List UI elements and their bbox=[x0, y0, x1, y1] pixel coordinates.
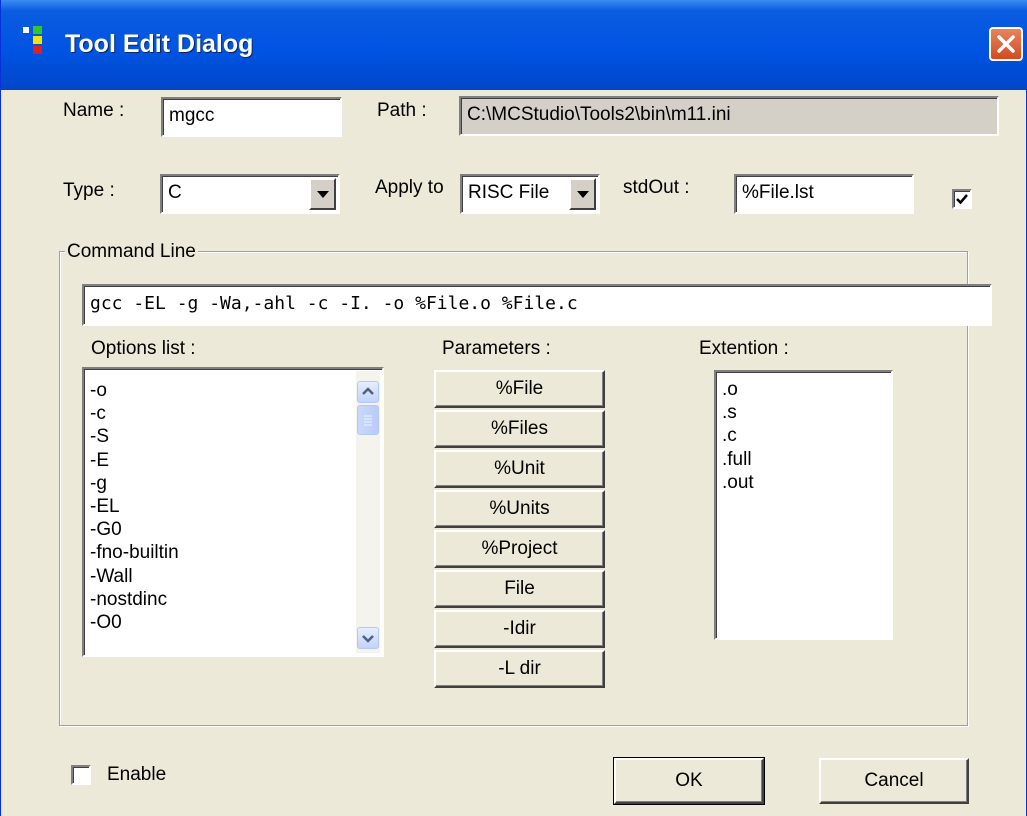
param-file-button[interactable]: %File bbox=[434, 370, 605, 408]
command-line-legend: Command Line bbox=[65, 241, 198, 263]
apply-to-label: Apply to bbox=[375, 177, 444, 198]
apply-to-dropdown-arrow-icon[interactable] bbox=[569, 178, 596, 210]
path-field: C:\MCStudio\Tools2\bin\m11.ini bbox=[459, 96, 999, 136]
extension-listbox[interactable]: .o .s .c .full .out bbox=[714, 370, 893, 640]
name-label: Name : bbox=[63, 100, 125, 121]
options-scrollbar[interactable] bbox=[356, 371, 380, 653]
apply-to-combo[interactable]: RISC File bbox=[460, 174, 600, 214]
title-bar[interactable]: Tool Edit Dialog bbox=[1, 0, 1027, 90]
list-item[interactable]: .s bbox=[716, 401, 891, 424]
list-item[interactable]: -g bbox=[84, 472, 382, 495]
list-item[interactable]: .c bbox=[716, 424, 891, 447]
stdout-input[interactable]: %File.lst bbox=[734, 174, 914, 214]
enable-label: Enable bbox=[107, 764, 167, 785]
scroll-thumb[interactable] bbox=[357, 405, 379, 435]
list-item[interactable]: -o bbox=[84, 379, 382, 402]
type-combo[interactable]: C bbox=[160, 174, 340, 214]
close-icon bbox=[997, 35, 1015, 53]
list-item[interactable]: -Wall bbox=[84, 565, 382, 588]
param-idir-button[interactable]: -Idir bbox=[434, 610, 605, 648]
list-item[interactable]: -G0 bbox=[84, 518, 382, 541]
extension-label: Extention : bbox=[699, 338, 789, 359]
list-item[interactable]: -O0 bbox=[84, 611, 382, 634]
command-line-input[interactable]: gcc -EL -g -Wa,-ahl -c -I. -o %File.o %F… bbox=[82, 284, 992, 326]
list-item[interactable]: -EL bbox=[84, 495, 382, 518]
list-item[interactable]: .o bbox=[716, 378, 891, 401]
checkmark-icon bbox=[956, 194, 968, 205]
name-input[interactable]: mgcc bbox=[161, 97, 342, 137]
list-item[interactable]: -fno-builtin bbox=[84, 541, 382, 564]
param-project-button[interactable]: %Project bbox=[434, 530, 605, 568]
ok-button[interactable]: OK bbox=[613, 757, 765, 805]
tool-edit-dialog: Tool Edit Dialog Name : mgcc Path : C:\M… bbox=[0, 0, 1027, 816]
apply-to-combo-value: RISC File bbox=[468, 182, 550, 203]
parameters-label: Parameters : bbox=[442, 338, 551, 359]
path-label: Path : bbox=[377, 100, 427, 121]
stdout-label: stdOut : bbox=[623, 177, 690, 198]
options-listbox[interactable]: -o -c -S -E -g -EL -G0 -fno-builtin -Wal… bbox=[82, 367, 384, 657]
list-item[interactable]: .full bbox=[716, 448, 891, 471]
param-files-button[interactable]: %Files bbox=[434, 410, 605, 448]
param-units-button[interactable]: %Units bbox=[434, 490, 605, 528]
chevron-up-icon bbox=[362, 387, 374, 395]
type-label: Type : bbox=[63, 180, 115, 201]
scroll-up-button[interactable] bbox=[357, 381, 379, 403]
cancel-button[interactable]: Cancel bbox=[819, 758, 969, 804]
list-item[interactable]: -c bbox=[84, 402, 382, 425]
list-item[interactable]: -E bbox=[84, 449, 382, 472]
enable-checkbox[interactable] bbox=[71, 765, 91, 785]
chevron-down-icon bbox=[362, 635, 374, 643]
list-item[interactable]: .out bbox=[716, 471, 891, 494]
param-unit-button[interactable]: %Unit bbox=[434, 450, 605, 488]
tool-app-icon bbox=[23, 26, 42, 54]
type-dropdown-arrow-icon[interactable] bbox=[309, 178, 336, 210]
close-button[interactable] bbox=[989, 27, 1023, 61]
type-combo-value: C bbox=[168, 182, 182, 203]
scroll-down-button[interactable] bbox=[357, 627, 379, 649]
stdout-checkbox[interactable] bbox=[952, 189, 972, 209]
list-item[interactable]: -S bbox=[84, 425, 382, 448]
list-item[interactable]: -nostdinc bbox=[84, 588, 382, 611]
grip-icon bbox=[364, 415, 372, 426]
param-file-plain-button[interactable]: File bbox=[434, 570, 605, 608]
param-ldir-button[interactable]: -L dir bbox=[434, 650, 605, 688]
options-list-label: Options list : bbox=[91, 338, 196, 359]
dialog-title: Tool Edit Dialog bbox=[65, 30, 254, 58]
